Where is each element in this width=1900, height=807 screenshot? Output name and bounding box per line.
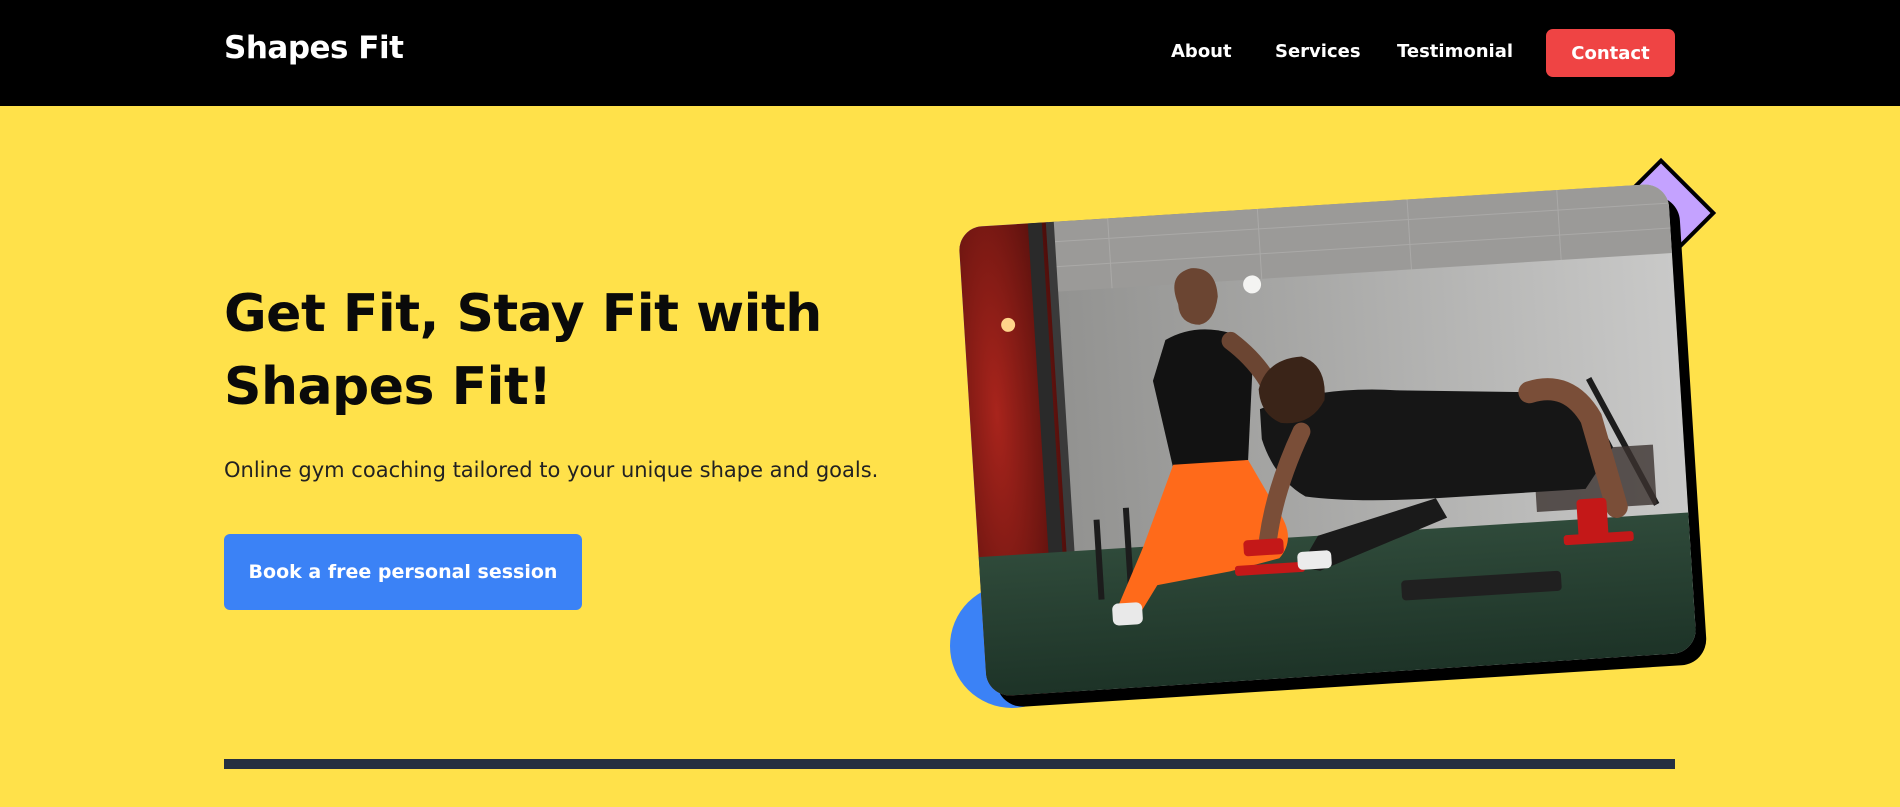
hero-image-frame [957, 183, 1708, 709]
section-divider [224, 759, 1675, 769]
brand-logo[interactable]: Shapes Fit [224, 30, 404, 66]
contact-button[interactable]: Contact [1546, 29, 1675, 77]
nav-link-testimonial[interactable]: Testimonial [1397, 41, 1513, 62]
hero-image-trainer-pushups [957, 183, 1698, 697]
hero-photo-illustration [957, 183, 1698, 697]
nav-link-services[interactable]: Services [1275, 41, 1361, 62]
hero-title: Get Fit, Stay Fit with Shapes Fit! [224, 284, 822, 417]
navbar: Shapes Fit About Services Testimonial Co… [0, 0, 1900, 106]
nav-link-about[interactable]: About [1171, 41, 1232, 62]
hero-subtitle: Online gym coaching tailored to your uni… [224, 458, 879, 482]
book-session-button[interactable]: Book a free personal session [224, 534, 582, 610]
